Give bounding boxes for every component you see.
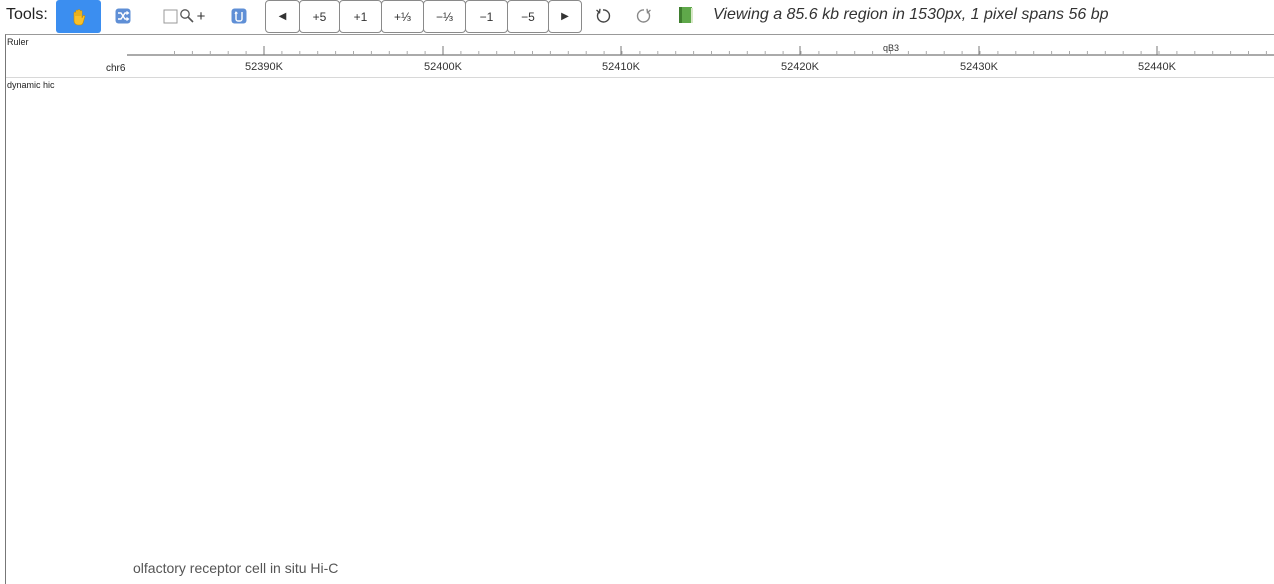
pan-right-button[interactable]: ▶: [548, 0, 582, 33]
hic-track-caption: olfactory receptor cell in situ Hi-C: [133, 560, 339, 576]
ruler-minor-ticks: [174, 51, 1267, 55]
cytoband-label: qB3: [883, 43, 899, 53]
hand-icon: [73, 8, 85, 25]
track-area[interactable]: Ruler qB3 chr6 52390K 52400K 52410K 5242…: [5, 34, 1274, 584]
zoom-out-third-button[interactable]: −⅓: [423, 0, 466, 33]
redo-icon[interactable]: [634, 6, 654, 26]
hic-heatmap-area[interactable]: [6, 78, 1274, 584]
pan-left-button[interactable]: ◀: [265, 0, 300, 33]
pan-tool-button[interactable]: [56, 0, 101, 33]
undo-icon[interactable]: [593, 6, 613, 26]
shuffle-tool-button[interactable]: [112, 0, 134, 32]
select-box-icon: [163, 9, 178, 24]
ruler-tick-label: 52420K: [781, 61, 820, 73]
tools-label: Tools:: [6, 6, 48, 23]
ruler-tick-label: 52430K: [960, 61, 999, 73]
zoom-in-1-button[interactable]: +1: [339, 0, 382, 33]
zoom-in-5-button[interactable]: +5: [299, 0, 340, 33]
reset-icon: [231, 8, 247, 24]
toolbar: Tools: + ◀ +5 +1 +⅓ −⅓ −1 −5 ▶ Viewing a…: [0, 0, 1274, 33]
ruler-tick-label: 52410K: [602, 61, 641, 73]
zoom-out-1-button[interactable]: −1: [465, 0, 508, 33]
chromosome-label: chr6: [106, 63, 126, 74]
ruler-tick-label: 52400K: [424, 61, 463, 73]
ruler-track[interactable]: qB3 chr6 52390K 52400K 52410K 52420K 524…: [6, 35, 1274, 77]
viewing-region-status: Viewing a 85.6 kb region in 1530px, 1 pi…: [713, 6, 1109, 23]
zoom-selection-tool-button[interactable]: +: [158, 0, 210, 32]
reset-tool-button[interactable]: [228, 0, 250, 32]
zoom-out-5-button[interactable]: −5: [507, 0, 549, 33]
magnifier-icon: [179, 9, 194, 23]
zoom-plus-sign: +: [196, 7, 206, 25]
zoom-in-third-button[interactable]: +⅓: [381, 0, 424, 33]
ruler-major-ticks: [263, 46, 1158, 55]
book-icon[interactable]: [677, 5, 695, 25]
ruler-tick-label: 52440K: [1138, 61, 1177, 73]
ruler-tick-label: 52390K: [245, 61, 284, 73]
shuffle-icon: [115, 8, 131, 24]
